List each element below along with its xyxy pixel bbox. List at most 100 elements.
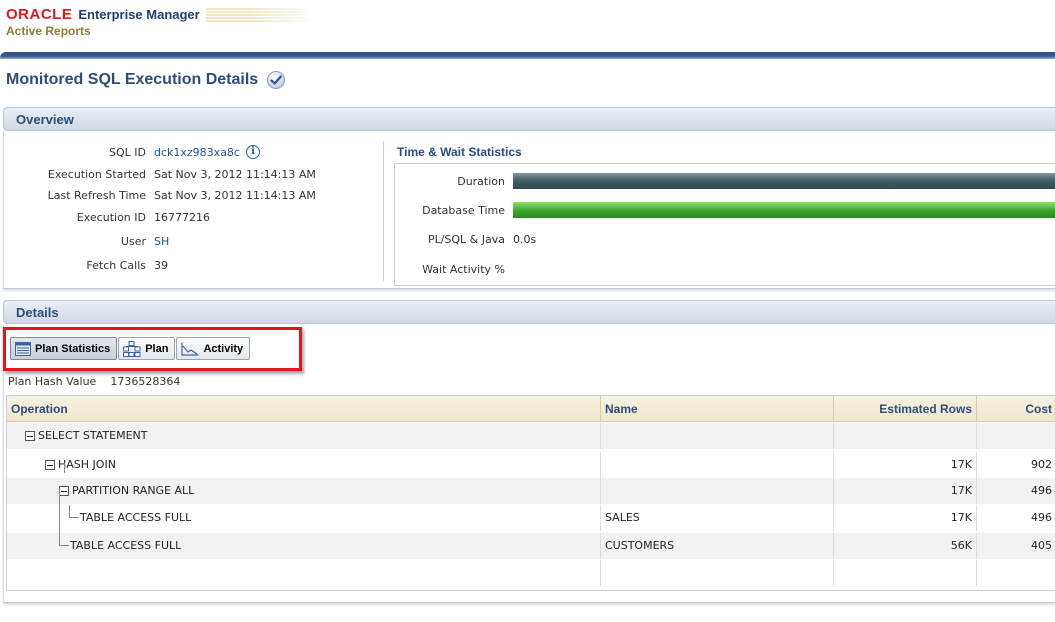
field-execution-id: Execution ID 16777216 <box>4 208 370 226</box>
operation-text: TABLE ACCESS FULL <box>70 539 182 552</box>
name-cell <box>601 452 834 478</box>
name-cell <box>601 423 834 449</box>
tab-label: Plan <box>145 342 169 355</box>
name-cell <box>601 478 834 504</box>
tab-label: Plan Statistics <box>35 342 111 355</box>
tree-connector <box>64 463 65 473</box>
tab-plan[interactable]: Plan <box>118 337 176 360</box>
page-title: Monitored SQL Execution Details <box>6 71 259 88</box>
empty-cell <box>7 560 601 586</box>
name-cell: CUSTOMERS <box>601 533 834 559</box>
field-value: 16777216 <box>154 210 210 224</box>
field-label: Execution Started <box>47 167 146 181</box>
brand-row: ORACLE Enterprise Manager <box>6 6 316 23</box>
operation-text: SELECT STATEMENT <box>38 429 148 442</box>
field-last-refresh-time: Last Refresh Time Sat Nov 3, 2012 11:14:… <box>4 186 370 204</box>
time-wait-panel: Duration Database Time PL/SQL & Java 0.0… <box>394 163 1055 286</box>
sql-id-link[interactable]: dck1xz983xa8c <box>154 146 240 159</box>
overview-divider <box>383 141 384 281</box>
operation-text: TABLE ACCESS FULL <box>80 511 192 524</box>
table-row[interactable]: TABLE ACCESS FULL SALES 17K 496 <box>7 505 1055 531</box>
estimated-rows-cell: 17K <box>834 478 977 504</box>
field-execution-started: Execution Started Sat Nov 3, 2012 11:14:… <box>4 165 370 183</box>
brand-decoration <box>205 7 316 22</box>
estimated-rows-cell <box>834 423 977 449</box>
cost-cell: 496 <box>1031 484 1052 497</box>
database-time-row: Database Time <box>395 199 1055 221</box>
user-link[interactable]: SH <box>154 235 169 248</box>
database-time-label: Database Time <box>422 203 505 217</box>
tree-connector <box>59 489 60 533</box>
plsql-label: PL/SQL & Java <box>427 232 505 246</box>
database-time-bar[interactable] <box>513 202 1055 218</box>
cost-cell <box>977 423 1055 449</box>
cost-cell: 405 <box>1031 539 1052 552</box>
product-title: Enterprise Manager <box>78 7 200 22</box>
check-icon <box>267 71 286 89</box>
collapse-icon[interactable] <box>45 460 55 470</box>
tab-label: Activity <box>203 342 244 355</box>
estimated-rows-cell: 17K <box>834 505 977 531</box>
app-header: ORACLE Enterprise Manager Active Reports <box>0 0 1055 59</box>
cost-cell: 496 <box>1031 511 1052 524</box>
operation-text: HASH JOIN <box>58 458 116 471</box>
info-icon[interactable]: i <box>245 145 260 159</box>
field-label: Fetch Calls <box>86 258 146 272</box>
column-header-cost[interactable]: Cost <box>977 396 1055 422</box>
field-value: Sat Nov 3, 2012 11:14:13 AM <box>154 188 316 202</box>
plan-hash: Plan Hash Value 1736528364 <box>8 375 180 388</box>
table-row-empty <box>7 560 1055 586</box>
plsql-row: PL/SQL & Java 0.0s <box>395 228 1055 250</box>
collapse-icon[interactable] <box>25 431 35 441</box>
plan-hash-value: 1736528364 <box>110 375 181 388</box>
tree-connector <box>59 533 69 546</box>
field-value: Sat Nov 3, 2012 11:14:13 AM <box>154 167 316 181</box>
wait-activity-label: Wait Activity % <box>422 262 505 276</box>
operation-cell: PARTITION RANGE ALL <box>7 478 601 504</box>
name-cell: SALES <box>601 505 834 531</box>
table-row[interactable]: TABLE ACCESS FULL CUSTOMERS 56K 405 <box>7 533 1055 559</box>
table-row[interactable]: SELECT STATEMENT <box>7 423 1055 449</box>
table-row[interactable]: HASH JOIN 17K 902 <box>7 452 1055 478</box>
overview-heading: Overview <box>16 112 74 127</box>
cost-cell: 902 <box>1031 458 1052 471</box>
field-label: SQL ID <box>109 145 146 159</box>
tree-connector <box>69 505 79 518</box>
table-row[interactable]: PARTITION RANGE ALL 17K 496 <box>7 478 1055 504</box>
overview-panel: SQL ID dck1xz983xa8c i Execution Started… <box>3 131 1055 289</box>
product-subtitle: Active Reports <box>6 24 91 38</box>
tab-activity[interactable]: Activity <box>176 337 251 360</box>
plan-hash-label: Plan Hash Value <box>8 375 97 388</box>
operation-cell: HASH JOIN <box>7 452 601 478</box>
tree-icon <box>123 340 141 357</box>
estimated-rows-cell: 56K <box>834 533 977 559</box>
field-value: 39 <box>154 258 168 272</box>
grid-header: Operation Name Estimated Rows Cost <box>7 396 1055 422</box>
collapse-icon[interactable] <box>59 486 69 496</box>
field-label: User <box>120 234 146 248</box>
duration-bar[interactable] <box>513 173 1055 189</box>
field-fetch-calls: Fetch Calls 39 <box>4 256 370 274</box>
operation-cell: TABLE ACCESS FULL <box>7 533 601 559</box>
plan-statistics-grid: Operation Name Estimated Rows Cost SELEC… <box>6 395 1055 591</box>
empty-cell <box>601 560 834 586</box>
duration-label: Duration <box>457 174 505 188</box>
column-header-operation[interactable]: Operation <box>7 396 601 422</box>
time-wait-title: Time & Wait Statistics <box>397 145 522 159</box>
operation-cell: TABLE ACCESS FULL <box>7 505 601 531</box>
details-section-header[interactable]: Details <box>3 300 1055 324</box>
operation-cell: SELECT STATEMENT <box>7 423 601 449</box>
field-sql-id: SQL ID dck1xz983xa8c i <box>4 143 370 161</box>
column-header-name[interactable]: Name <box>601 396 834 422</box>
field-label: Execution ID <box>76 210 146 224</box>
header-divider <box>0 52 1055 59</box>
empty-cell <box>834 560 977 586</box>
wait-activity-row: Wait Activity % <box>395 258 1055 280</box>
tab-plan-statistics[interactable]: Plan Statistics <box>10 337 118 360</box>
table-icon <box>15 341 31 356</box>
field-label: Last Refresh Time <box>47 188 146 202</box>
details-heading: Details <box>16 305 59 320</box>
column-header-estimated-rows[interactable]: Estimated Rows <box>834 396 977 422</box>
overview-section-header[interactable]: Overview <box>3 107 1055 131</box>
oracle-logo: ORACLE <box>6 6 73 23</box>
